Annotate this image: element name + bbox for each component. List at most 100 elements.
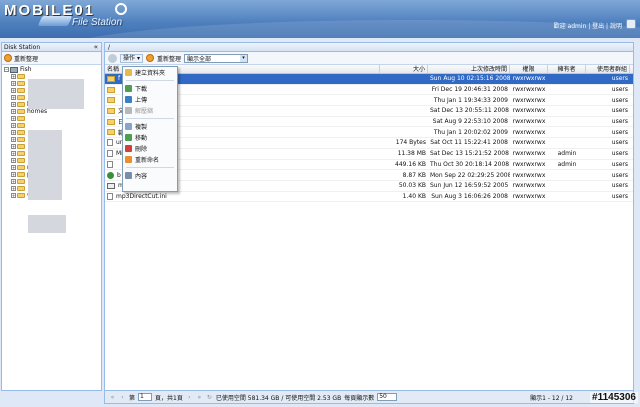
expand-icon[interactable]: +	[11, 193, 16, 198]
window-icon[interactable]	[626, 19, 636, 29]
last-page-icon[interactable]: »	[196, 394, 203, 401]
tree-folder[interactable]: +	[2, 115, 101, 122]
expand-icon[interactable]: −	[4, 67, 9, 72]
collapse-icon[interactable]: «	[94, 43, 98, 51]
menu-item[interactable]: 內容	[123, 170, 177, 181]
tree-root[interactable]: − Fish	[2, 66, 101, 73]
table-row[interactable]: Thu Jan 1 19:34:33 2009 rwxrwxrwx users	[105, 95, 633, 107]
menu-item-label: 複製	[135, 124, 148, 131]
col-group[interactable]: 使用者群組	[586, 65, 630, 73]
file-icon	[107, 160, 113, 168]
expand-icon[interactable]: +	[11, 123, 16, 128]
folder-icon	[17, 137, 25, 142]
first-page-icon[interactable]: «	[109, 394, 116, 401]
menu-item-icon	[125, 69, 132, 76]
expand-icon[interactable]: +	[11, 74, 16, 79]
cell-permission: rwxrwxrwx	[512, 75, 546, 83]
table-row[interactable]: b 8.87 KB Mon Sep 22 02:29:25 2008 rwxrwxrw…	[105, 170, 633, 181]
cell-permission: rwxrwxrwx	[512, 139, 546, 147]
expand-icon[interactable]: +	[11, 81, 16, 86]
folder-icon	[17, 95, 25, 100]
page-input[interactable]: 1	[138, 393, 153, 401]
col-owner[interactable]: 擁有者	[548, 65, 586, 73]
folder-icon	[17, 179, 25, 184]
menu-item[interactable]: 移動	[123, 132, 177, 143]
cell-permission: rwxrwxrwx	[512, 171, 546, 179]
tree-folder[interactable]: +	[2, 122, 101, 129]
expand-icon[interactable]: +	[11, 116, 16, 121]
menu-item-label: 解壓縮	[135, 108, 154, 115]
expand-icon[interactable]: +	[11, 179, 16, 184]
redacted-block	[28, 79, 84, 109]
table-row[interactable]: Mi...MIST_CM.mkv11.38 MBSat Dec 13 15:21…	[105, 149, 633, 160]
web-icon	[107, 171, 114, 179]
table-row[interactable]: 範 Thu Jan 1 20:02:02 2009 rwxrwxrwx users	[105, 127, 633, 139]
folder-icon	[17, 186, 25, 191]
expand-icon[interactable]: +	[11, 186, 16, 191]
tree-folder[interactable]: + homes	[2, 108, 101, 115]
per-page-select[interactable]: 50	[377, 393, 398, 401]
menu-item[interactable]: 重新命名	[123, 154, 177, 165]
table-row[interactable]: 449.16 KB Thu Oct 30 20:18:14 2008 rwxrwxr…	[105, 160, 633, 171]
chevron-down-icon: ▾	[240, 54, 248, 62]
table-row[interactable]: mp3DirectCut.exe50.03 KBSun Jun 12 16:59…	[105, 181, 633, 192]
menu-item[interactable]: 複製	[123, 121, 177, 132]
refresh-button[interactable]: 重新整理	[14, 54, 38, 63]
app-title: File Station	[72, 17, 123, 28]
expand-icon[interactable]: +	[11, 109, 16, 114]
table-row[interactable]: f Sun Aug 10 02:15:16 2008 rwxrwxrwx users	[105, 74, 633, 85]
col-permission[interactable]: 權限	[510, 65, 548, 73]
file-icon	[107, 139, 113, 147]
table-row[interactable]: Fri Dec 19 20:46:31 2008 rwxrwxrwx users	[105, 85, 633, 96]
cell-modified: Sun Aug 10 02:15:16 2008	[430, 75, 510, 83]
col-size[interactable]: 大小	[380, 65, 428, 73]
reload-icon[interactable]: ↻	[206, 394, 213, 401]
menu-item[interactable]: 上傳	[123, 94, 177, 105]
expand-icon[interactable]: +	[11, 151, 16, 156]
prev-page-icon[interactable]: ‹	[119, 394, 126, 401]
file-rows: f Sun Aug 10 02:15:16 2008 rwxrwxrwx users F…	[105, 74, 633, 203]
table-row[interactable]: 日系專業分析p17-32Sat Aug 9 22:53:10 2008rwxrw…	[105, 117, 633, 128]
refresh-icon[interactable]	[4, 54, 12, 62]
menu-item-label: 下載	[135, 86, 148, 93]
cell-size: 449.16 KB	[395, 160, 426, 168]
app-header: MOBILE01 File Station 歡迎 admin | 登出 | 說明	[0, 0, 640, 38]
expand-icon[interactable]: +	[11, 144, 16, 149]
server-icon	[10, 66, 18, 73]
folder-icon	[107, 118, 115, 125]
logo-circle-icon	[115, 3, 127, 15]
cell-size: 174 Bytes	[395, 139, 426, 147]
folder-icon	[107, 75, 115, 82]
panel-title: Disk Station «	[2, 43, 101, 52]
refresh-button[interactable]: 重新整理	[157, 54, 181, 63]
col-modified[interactable]: 上次修改時間	[428, 65, 510, 73]
menu-item[interactable]: 下載	[123, 83, 177, 94]
cell-name: mp3DirectCut.ini	[105, 192, 380, 200]
filter-select[interactable]: 顯示全部 ▾	[184, 53, 249, 63]
redacted-block	[28, 215, 66, 233]
table-row[interactable]: 文 Sat Dec 13 20:55:11 2008 rwxrwxrwx users	[105, 106, 633, 117]
expand-icon[interactable]: +	[11, 95, 16, 100]
expand-icon[interactable]: +	[11, 130, 16, 135]
file-list-panel: / 操作 ▾ 重新整理 顯示全部 ▾ 名稱 大小 上次修改時間 權限 擁有者 使…	[104, 42, 634, 391]
menu-item[interactable]: 刪除	[123, 143, 177, 154]
cell-size: 1.40 KB	[402, 192, 426, 200]
cell-group: users	[611, 192, 628, 200]
cell-modified: Sun Jun 12 16:59:52 2005	[430, 182, 509, 190]
next-page-icon[interactable]: ›	[186, 394, 193, 401]
refresh-icon[interactable]	[146, 54, 155, 62]
expand-icon[interactable]: +	[11, 158, 16, 163]
menu-item[interactable]: 建立資料夾	[123, 67, 177, 78]
expand-icon[interactable]: +	[11, 165, 16, 170]
user-links[interactable]: 歡迎 admin | 登出 | 說明	[554, 21, 622, 30]
expand-icon[interactable]: +	[11, 137, 16, 142]
table-row[interactable]: url 174 Bytes Sat Oct 11 15:22:41 2008 rwxr…	[105, 138, 633, 149]
action-button[interactable]: 操作 ▾	[120, 53, 144, 63]
expand-icon[interactable]: +	[11, 88, 16, 93]
expand-icon[interactable]: +	[11, 172, 16, 177]
cell-modified: Sun Aug 3 16:06:26 2008	[431, 192, 508, 200]
expand-icon[interactable]: +	[11, 102, 16, 107]
table-row[interactable]: mp3DirectCut.ini 1.40 KB Sun Aug 3 16:06:2…	[105, 192, 633, 203]
folder-icon	[17, 130, 25, 135]
back-icon[interactable]	[108, 53, 117, 63]
